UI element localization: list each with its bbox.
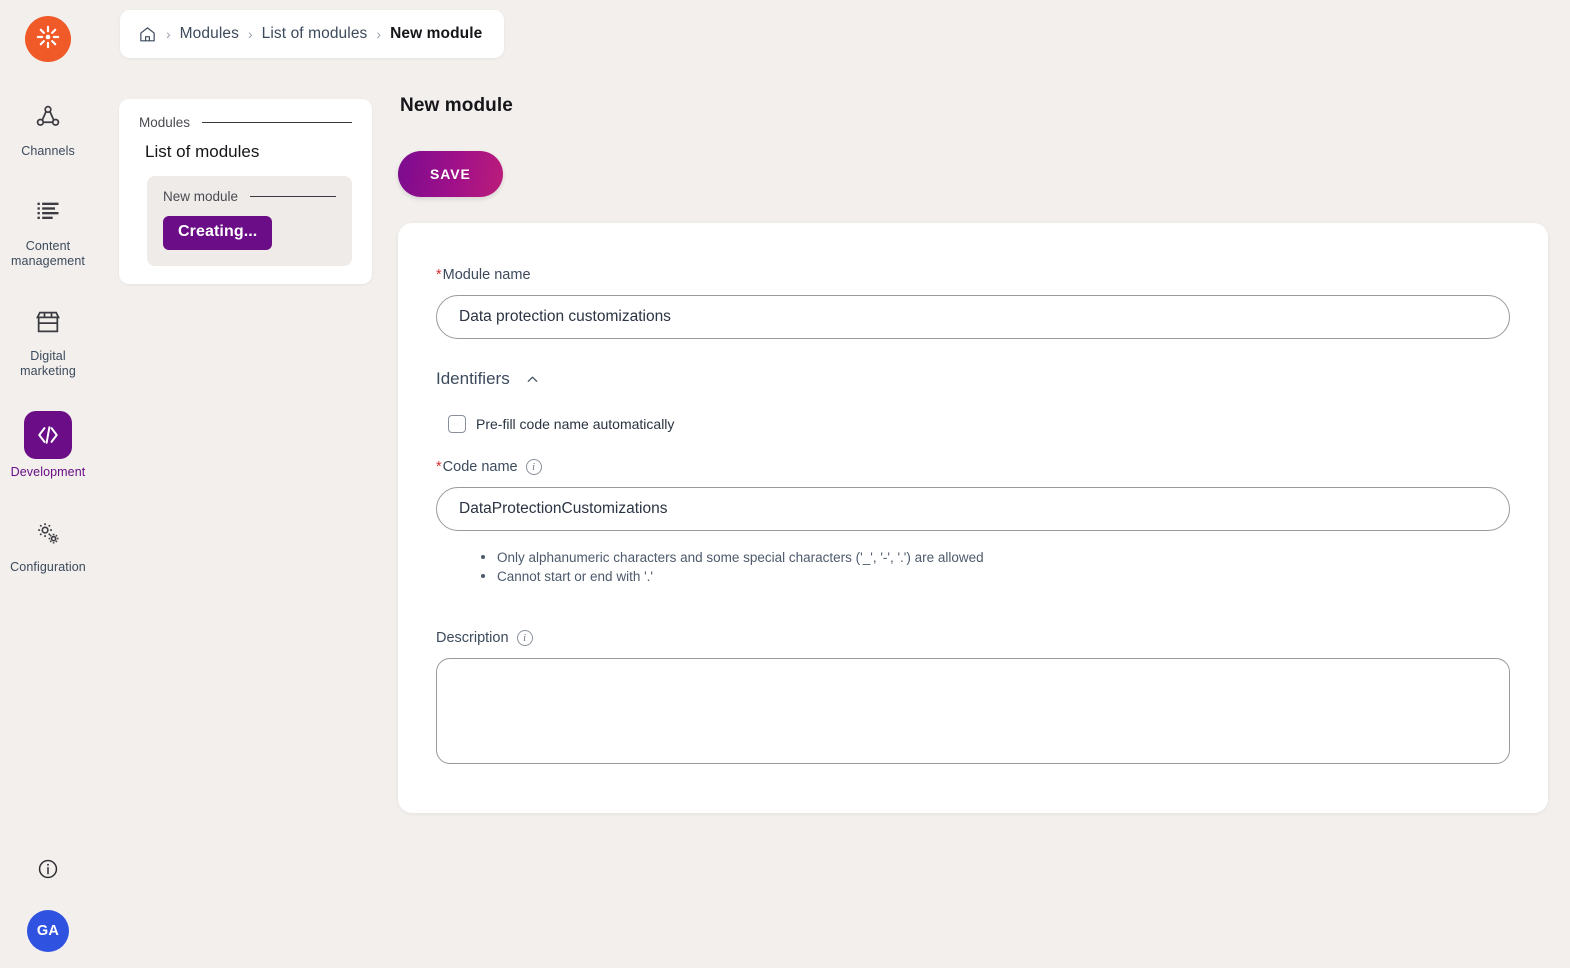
- app-logo[interactable]: [25, 16, 71, 62]
- required-marker: *: [436, 267, 442, 283]
- sidebar-footer: GA: [0, 858, 96, 952]
- avatar-initials: GA: [36, 923, 60, 939]
- breadcrumb-item-modules[interactable]: Modules: [180, 25, 239, 43]
- code-name-label: * Code name i: [436, 459, 1510, 475]
- prefill-code-name-checkbox-row[interactable]: Pre-fill code name automatically: [448, 415, 674, 433]
- subnav-active-panel: New module Creating...: [147, 176, 352, 266]
- sidebar-nav-list: Channels Content management Digital mark…: [0, 96, 96, 607]
- subnav-subsection-header: New module: [163, 189, 336, 204]
- module-form-card: * Module name Identifiers Pre-fill code …: [398, 223, 1548, 813]
- description-textarea[interactable]: [436, 658, 1510, 764]
- sidebar-item-content-management[interactable]: Content management: [0, 191, 96, 269]
- hint-item: Only alphanumeric characters and some sp…: [481, 548, 1510, 567]
- description-label-text: Description: [436, 630, 509, 646]
- breadcrumb-item-list-of-modules[interactable]: List of modules: [262, 25, 368, 43]
- info-icon[interactable]: i: [516, 630, 533, 646]
- prefill-code-name-checkbox[interactable]: [448, 415, 466, 433]
- module-name-label-text: Module name: [442, 267, 531, 283]
- gears-icon: [24, 512, 72, 554]
- required-marker: *: [436, 459, 442, 475]
- breadcrumb: › Modules › List of modules › New module: [120, 10, 505, 58]
- breadcrumb-separator: ›: [376, 26, 382, 42]
- info-icon[interactable]: i: [525, 459, 542, 475]
- identifiers-section-toggle[interactable]: Identifiers: [436, 369, 541, 389]
- chevron-up-icon: [524, 371, 541, 388]
- divider-line: [250, 196, 336, 197]
- info-circle-icon[interactable]: [37, 858, 59, 880]
- subnav-section-header: Modules: [139, 115, 352, 130]
- sidebar-item-label: Content management: [11, 239, 85, 268]
- sidebar-item-label: Configuration: [10, 560, 86, 574]
- description-label: Description i: [436, 630, 1510, 646]
- breadcrumb-separator: ›: [166, 26, 171, 42]
- code-brackets-icon: [24, 411, 72, 459]
- content-lines-icon: [24, 191, 72, 233]
- storefront-icon: [24, 301, 72, 343]
- sidebar-item-development[interactable]: Development: [0, 411, 96, 480]
- code-name-label-text: Code name: [442, 459, 518, 475]
- avatar[interactable]: GA: [27, 910, 69, 952]
- kentico-asterisk-logo-icon: [35, 24, 61, 55]
- sidebar-item-label: Channels: [21, 144, 75, 158]
- module-name-input[interactable]: [436, 295, 1510, 339]
- prefill-code-name-label: Pre-fill code name automatically: [476, 416, 675, 432]
- sidebar-item-label: Digital marketing: [20, 349, 76, 378]
- save-button[interactable]: SAVE: [398, 151, 503, 197]
- module-name-label: * Module name: [436, 267, 1510, 283]
- secondary-nav-panel: Modules List of modules New module Creat…: [119, 99, 372, 284]
- home-icon[interactable]: [138, 25, 157, 44]
- subnav-item-list-of-modules[interactable]: List of modules: [139, 142, 352, 162]
- sidebar-item-configuration[interactable]: Configuration: [0, 512, 96, 575]
- sidebar-item-label: Development: [10, 465, 86, 479]
- divider-line: [202, 122, 352, 123]
- hint-item: Cannot start or end with '.': [481, 567, 1510, 586]
- subnav-subsection-label: New module: [163, 189, 239, 204]
- sidebar-item-digital-marketing[interactable]: Digital marketing: [0, 301, 96, 379]
- main-content: New module SAVE * Module name Identifier…: [398, 95, 1548, 813]
- code-name-hints: Only alphanumeric characters and some sp…: [436, 548, 1510, 586]
- code-name-input[interactable]: [436, 487, 1510, 531]
- sidebar-item-channels[interactable]: Channels: [0, 96, 96, 159]
- primary-sidebar: Channels Content management Digital mark…: [0, 0, 96, 968]
- page-title: New module: [400, 95, 513, 116]
- subnav-section-label: Modules: [139, 115, 191, 130]
- breadcrumb-item-new-module: New module: [390, 25, 483, 42]
- breadcrumb-separator: ›: [247, 26, 253, 42]
- creating-status-button[interactable]: Creating...: [163, 216, 273, 250]
- identifiers-section-label: Identifiers: [436, 369, 510, 388]
- channels-network-icon: [24, 96, 72, 138]
